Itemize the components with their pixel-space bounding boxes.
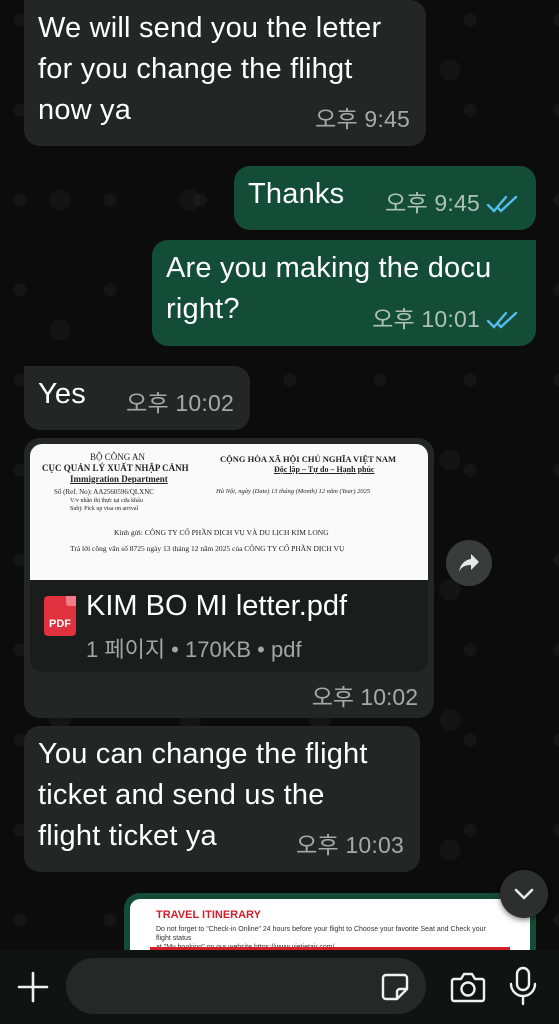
preview-right-header-2: Độc lập – Tự do – Hạnh phúc — [274, 465, 375, 474]
preview-right-date: Hà Nội, ngày (Date) 13 tháng (Month) 12 … — [216, 488, 371, 495]
preview-left-header-3: Immigration Department — [70, 474, 168, 484]
document-message[interactable]: BỘ CÔNG AN CỤC QUẢN LÝ XUẤT NHẬP CẢNH Im… — [24, 438, 434, 718]
preview-left-header-1: BỘ CÔNG AN — [90, 452, 146, 462]
itinerary-title: TRAVEL ITINERARY — [156, 909, 261, 921]
message-time: 오후 9:45 — [315, 106, 410, 132]
message-time: 오후 9:45 — [385, 183, 520, 224]
incoming-message[interactable]: You can change the flight ticket and sen… — [24, 726, 420, 872]
preview-left-sub-2: Subj: Pick up visa on arrival — [70, 506, 139, 512]
forward-button[interactable] — [446, 540, 492, 586]
document-preview[interactable]: BỘ CÔNG AN CỤC QUẢN LÝ XUẤT NHẬP CẢNH Im… — [30, 444, 428, 580]
pdf-file-icon: PDF — [44, 596, 76, 636]
document-meta: 1 페이지 • 170KB • pdf — [86, 637, 302, 662]
chevron-down-icon — [514, 888, 534, 900]
preview-left-sub-1: V/v nhân thị thực tại cửa khẩu — [70, 498, 143, 504]
camera-icon[interactable] — [450, 970, 486, 1004]
sticker-icon[interactable] — [380, 972, 410, 1002]
document-name: KIM BO MI letter.pdf — [86, 590, 348, 622]
double-check-icon — [486, 195, 518, 213]
message-time: 오후 10:02 — [126, 390, 234, 416]
message-time: 오후 10:02 — [311, 684, 418, 710]
preview-right-header-1: CỘNG HÒA XÃ HỘI CHỦ NGHĨA VIỆT NAM — [220, 454, 397, 464]
plus-icon[interactable] — [16, 970, 50, 1004]
message-input[interactable] — [66, 958, 426, 1014]
forward-icon — [459, 554, 479, 572]
preview-left-header-2: CỤC QUẢN LÝ XUẤT NHẬP CẢNH — [42, 463, 189, 473]
incoming-message[interactable]: Yes 오후 10:02 — [24, 366, 250, 430]
preview-body-1: Kính gửi: CÔNG TY CỔ PHẦN DỊCH VỤ VÀ DU … — [114, 528, 329, 537]
compose-bar — [0, 950, 559, 1024]
incoming-message[interactable]: We will send you the letter for you chan… — [24, 0, 426, 146]
preview-left-ref: Số (Ref. No): AA2560596/QLXNC — [54, 488, 154, 496]
outgoing-message[interactable]: Thanks 오후 9:45 — [234, 166, 536, 230]
message-time: 오후 10:03 — [296, 832, 404, 858]
message-time: 오후 10:01 — [372, 299, 520, 340]
preview-body-2: Trả lời công văn số 8725 ngày 13 tháng 1… — [70, 544, 345, 553]
outgoing-message[interactable]: Are you making the docu right? 오후 10:01 — [152, 240, 536, 346]
document-info[interactable]: PDF KIM BO MI letter.pdf 1 페이지 • 170KB •… — [30, 580, 428, 672]
double-check-icon — [486, 311, 518, 329]
microphone-icon[interactable] — [508, 966, 538, 1006]
scroll-to-bottom-button[interactable] — [500, 870, 548, 918]
